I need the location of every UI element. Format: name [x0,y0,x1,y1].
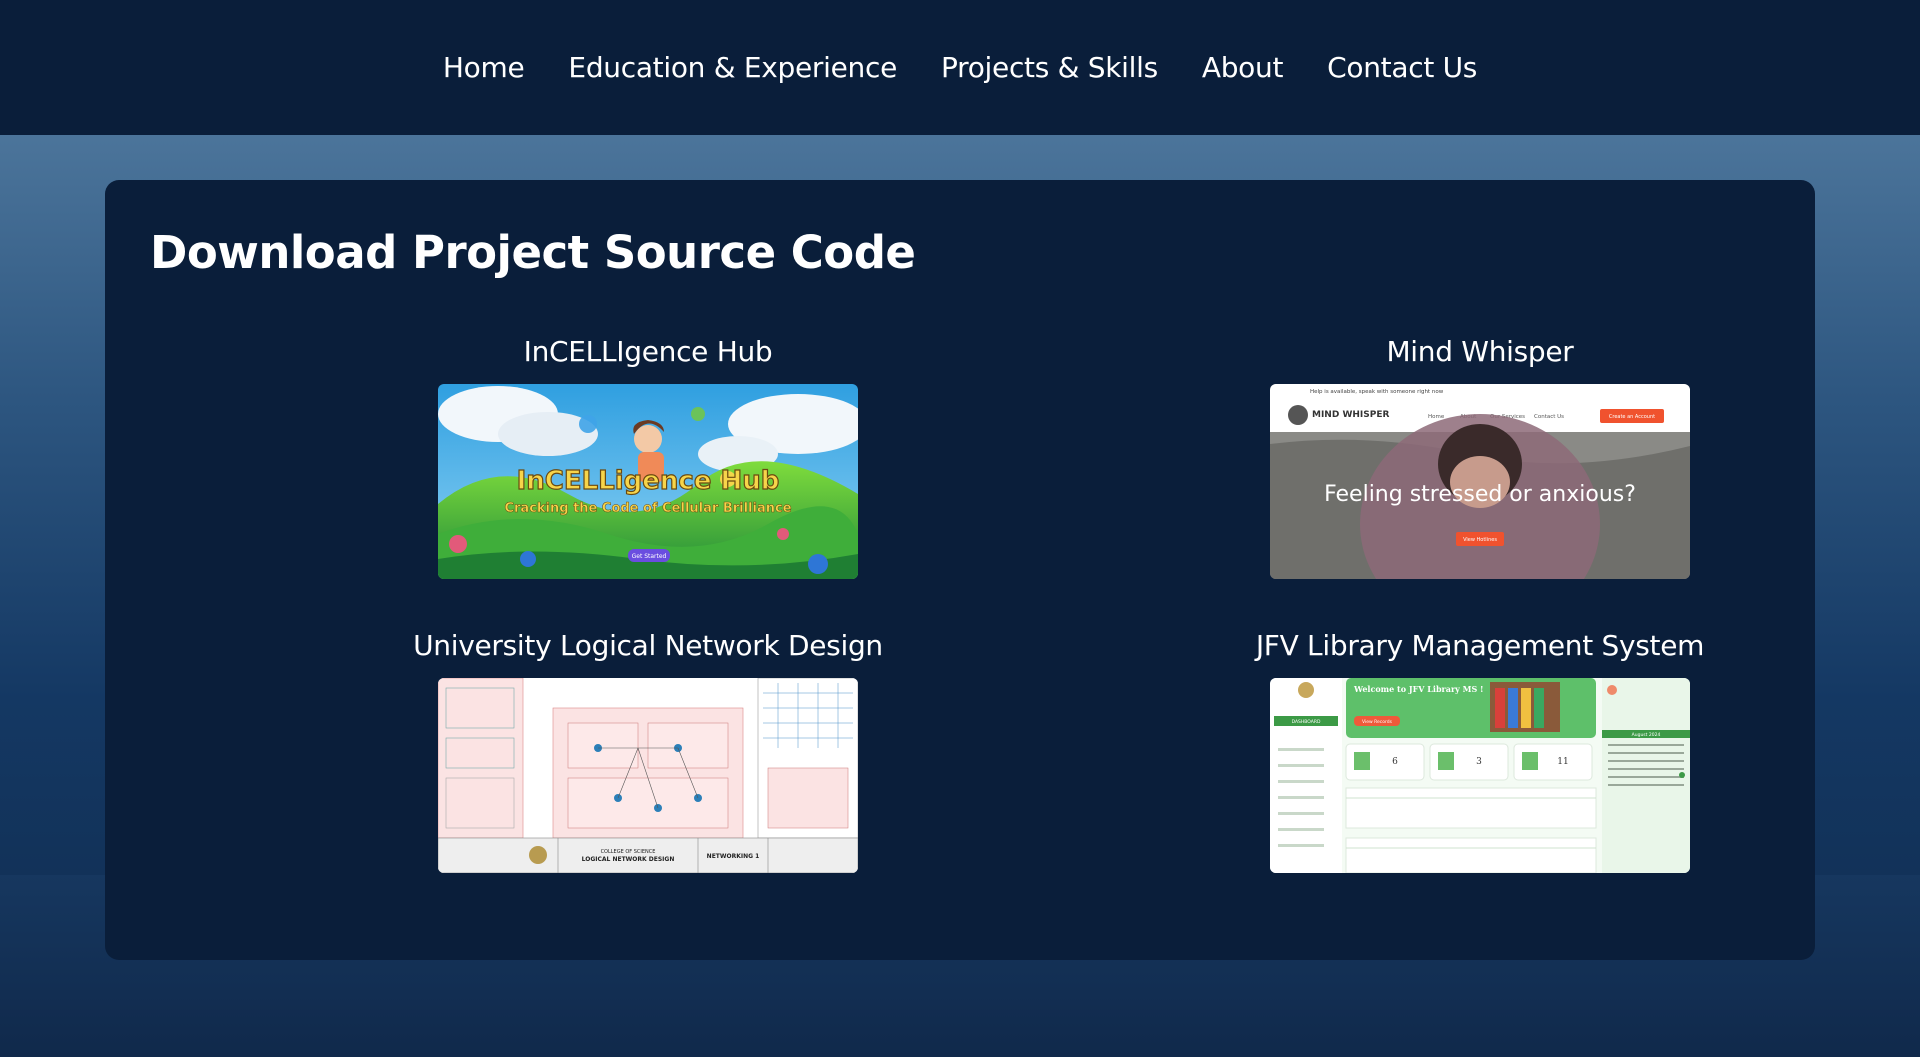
project-thumbnail-network-design[interactable]: COLLEGE OF SCIENCE LOGICAL NETWORK DESIG… [438,678,858,873]
jfv-library-preview-image: DASHBOARD Welcome to JFV Library MS ! Vi… [1270,678,1690,873]
nav-link-about[interactable]: About [1202,51,1284,84]
image-button: Get Started [632,553,667,560]
download-section-card: Download Project Source Code InCELLIgenc… [105,180,1815,960]
project-thumbnail-mind-whisper[interactable]: Help is available, speak with someone ri… [1270,384,1690,579]
project-title: JFV Library Management System [1255,629,1705,662]
image-heading: Welcome to JFV Library MS ! [1353,684,1484,694]
project-title: InCELLIgence Hub [523,335,773,368]
top-navigation: Home Education & Experience Projects & S… [0,0,1920,135]
image-heading: Feeling stressed or anxious? [1324,482,1636,507]
nav-list: Home Education & Experience Projects & S… [443,51,1477,84]
image-nav-home: Home [1428,414,1445,420]
image-cta: Create an Account [1609,414,1655,420]
nav-link-home[interactable]: Home [443,51,525,84]
project-card-jfv-library: JFV Library Management System DASHBOARD [1130,628,1830,873]
image-subheading: Cracking the Code of Cellular Brilliance [504,501,791,516]
image-topbar: Help is available, speak with someone ri… [1310,389,1444,395]
project-thumbnail-jfv-library[interactable]: DASHBOARD Welcome to JFV Library MS ! Vi… [1270,678,1690,873]
image-heading: InCELLigence Hub [517,466,780,496]
image-footer-title: LOGICAL NETWORK DESIGN [582,856,675,863]
image-stat-2: 3 [1476,757,1482,767]
section-title: Download Project Source Code [150,226,916,279]
mind-whisper-preview-image: Help is available, speak with someone ri… [1270,384,1690,579]
project-thumbnail-incelligence-hub[interactable]: InCELLigence Hub Cracking the Code of Ce… [438,384,858,579]
project-card-mind-whisper: Mind Whisper Help is available, speak wi… [1130,334,1830,579]
image-sidebar-active: DASHBOARD [1292,719,1321,725]
image-button: View Records [1362,719,1393,725]
image-brand: MIND WHISPER [1312,410,1389,420]
image-calendar-month: August 2024 [1632,732,1661,738]
nav-link-education-experience[interactable]: Education & Experience [568,51,897,84]
project-title: University Logical Network Design [413,629,883,662]
network-design-preview-image: COLLEGE OF SCIENCE LOGICAL NETWORK DESIG… [438,678,858,873]
project-card-network-design: University Logical Network Design COLLEG… [298,628,998,873]
project-card-incelligence-hub: InCELLIgence Hub InCELLigence Hub Cracki… [298,334,998,579]
incelligence-hub-preview-image: InCELLigence Hub Cracking the Code of Ce… [438,384,858,579]
image-nav-contact: Contact Us [1534,414,1564,420]
image-stat-1: 6 [1392,757,1398,767]
image-footer-college: COLLEGE OF SCIENCE [601,849,656,855]
image-button: View Hotlines [1463,537,1497,543]
project-title: Mind Whisper [1386,335,1574,368]
nav-link-contact-us[interactable]: Contact Us [1327,51,1477,84]
nav-link-projects-skills[interactable]: Projects & Skills [941,51,1158,84]
image-footer-course: NETWORKING 1 [707,853,760,860]
image-stat-3: 11 [1557,757,1568,767]
